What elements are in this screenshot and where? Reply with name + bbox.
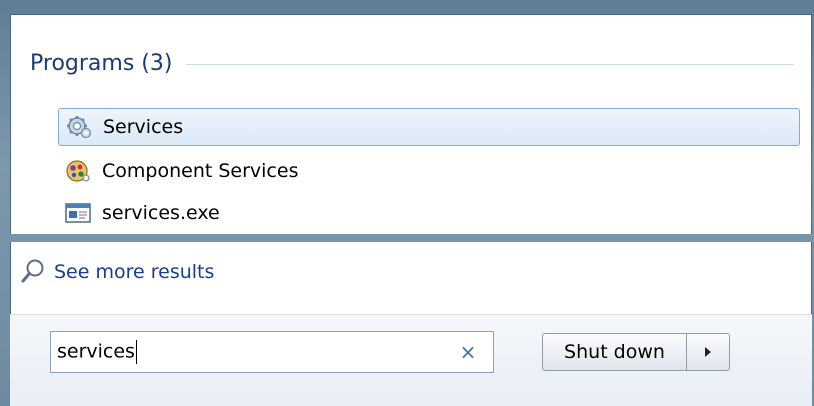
section-title: Programs (3) <box>30 50 173 76</box>
result-label: Services <box>103 116 184 138</box>
search-value: services <box>57 340 135 363</box>
shut-down-options-button[interactable] <box>686 333 730 371</box>
result-item-services[interactable]: Services <box>58 108 800 146</box>
shut-down-label: Shut down <box>564 341 665 363</box>
section-divider <box>186 63 794 65</box>
see-more-label: See more results <box>54 261 215 283</box>
search-input-text: services <box>51 340 453 364</box>
shut-down-button[interactable]: Shut down <box>542 333 686 371</box>
text-caret <box>135 340 137 364</box>
right-arrow-icon <box>705 347 711 357</box>
magnifier-icon <box>20 258 46 286</box>
component-services-icon <box>64 158 92 184</box>
see-more-results-link[interactable]: See more results <box>20 258 214 286</box>
clear-x-icon[interactable]: × <box>453 340 483 364</box>
exe-window-icon <box>64 200 92 226</box>
result-label: services.exe <box>102 202 220 224</box>
result-item-component-services[interactable]: Component Services <box>58 152 800 190</box>
search-input[interactable]: services × <box>50 331 494 373</box>
result-item-services-exe[interactable]: services.exe <box>58 194 800 232</box>
result-label: Component Services <box>102 160 299 182</box>
programs-section-header: Programs (3) <box>30 46 794 80</box>
services-gear-icon <box>65 114 93 140</box>
